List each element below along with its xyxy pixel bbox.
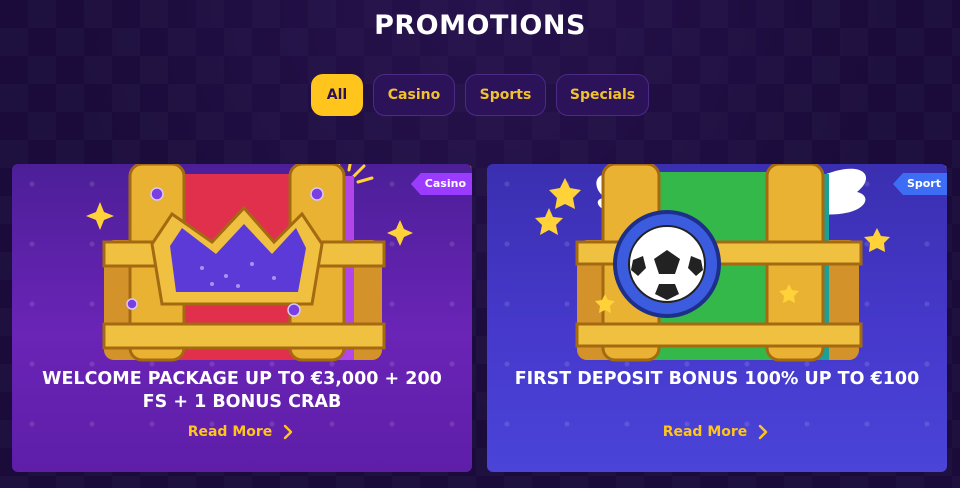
promotion-card-sport[interactable]: Sport FIRST DEPOSIT BONUS 100% UP TO €10… [487, 164, 947, 472]
category-tag-sport: Sport [892, 173, 947, 195]
page-title: PROMOTIONS [374, 10, 586, 41]
promotion-title: WELCOME PACKAGE UP TO €3,000 + 200 FS + … [42, 369, 442, 412]
corner-dot [945, 164, 947, 168]
read-more-label: Read More [187, 424, 273, 440]
promotion-filters: All Casino Sports Specials [0, 74, 960, 116]
chevron-right-icon [284, 424, 293, 440]
promotion-card-casino[interactable]: Casino WELCOME PACKAGE UP TO €3,000 + 20… [12, 164, 472, 472]
filter-casino-button[interactable]: Casino [373, 74, 455, 116]
treasure-chest-soccer-ball-illustration [535, 164, 890, 362]
filter-sports-button[interactable]: Sports [465, 74, 546, 116]
filter-all-button[interactable]: All [311, 74, 363, 116]
filter-specials-button[interactable]: Specials [556, 74, 649, 116]
category-tag-casino: Casino [410, 173, 472, 195]
promotion-title: FIRST DEPOSIT BONUS 100% UP TO €100 [514, 369, 920, 389]
corner-dot [470, 164, 472, 168]
read-more-link[interactable]: Read More [487, 424, 947, 440]
read-more-link[interactable]: Read More [12, 424, 472, 440]
read-more-label: Read More [662, 424, 748, 440]
chevron-right-icon [759, 424, 768, 440]
treasure-chest-crown-illustration [86, 164, 413, 362]
